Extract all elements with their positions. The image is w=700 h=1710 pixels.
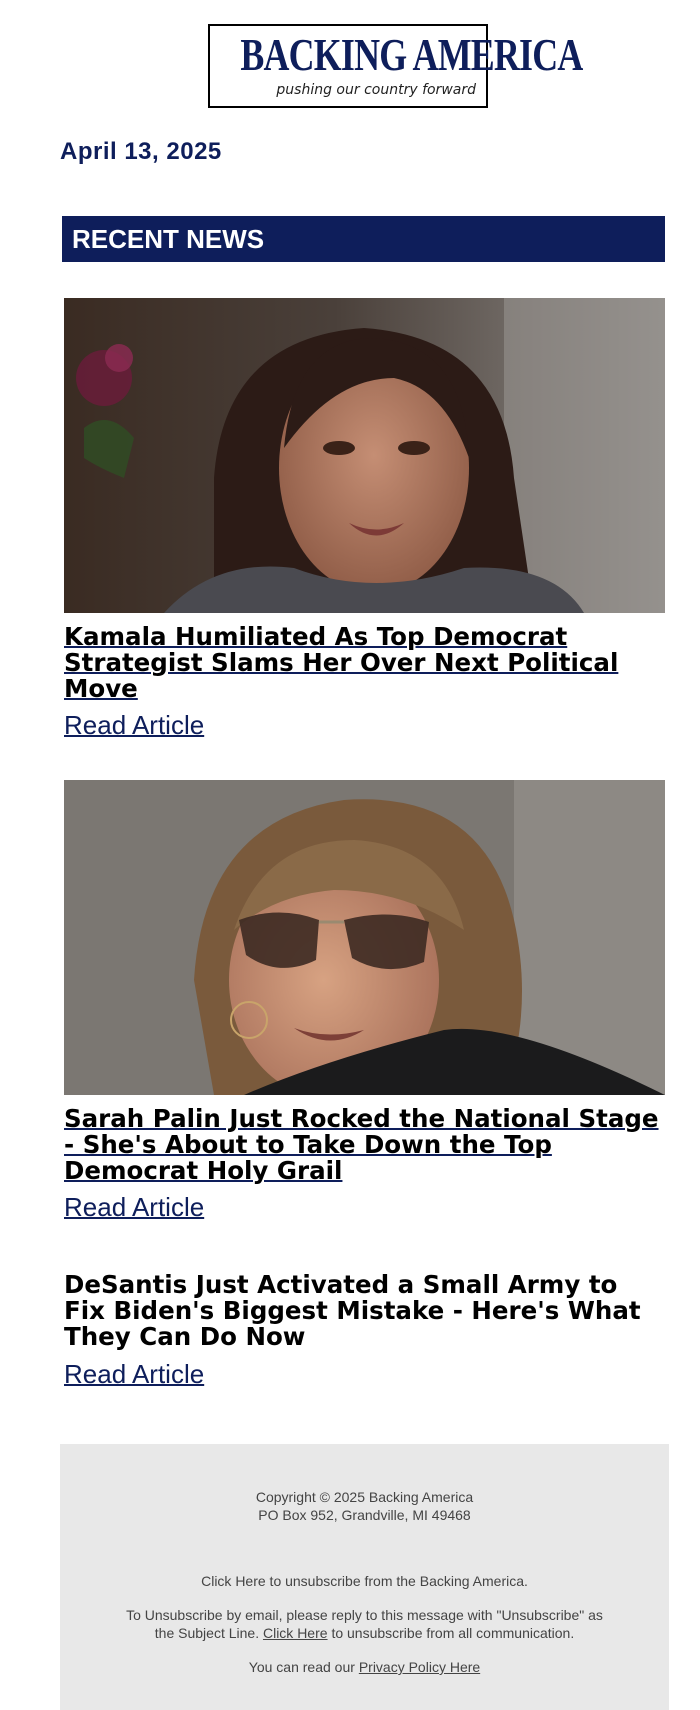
issue-date: April 13, 2025	[60, 138, 222, 165]
section-header: RECENT NEWS	[62, 216, 665, 262]
article-2-read-link[interactable]: Read Article	[64, 1192, 204, 1223]
article-1-read-link[interactable]: Read Article	[64, 710, 204, 741]
privacy-policy-link[interactable]: Privacy Policy Here	[359, 1659, 480, 1675]
email-unsubscribe-suffix: to unsubscribe from all communication.	[331, 1625, 575, 1641]
copyright-text: Copyright © 2025 Backing America	[255, 1489, 474, 1505]
logo-tagline: pushing our country forward	[276, 82, 476, 98]
article-1-headline[interactable]: Kamala Humiliated As Top Democrat Strate…	[64, 624, 664, 702]
article-2-image[interactable]	[64, 780, 665, 1095]
article-1-image[interactable]	[64, 298, 665, 613]
mailing-address: PO Box 952, Grandville, MI 49468	[258, 1507, 471, 1523]
article-3-read-link[interactable]: Read Article	[64, 1359, 204, 1390]
article-2-headline[interactable]: Sarah Palin Just Rocked the National Sta…	[64, 1106, 664, 1184]
unsubscribe-all-link[interactable]: Click Here	[263, 1625, 328, 1641]
brand-logo[interactable]: BACKING AMERICA pushing our country forw…	[208, 24, 583, 108]
privacy-line: You can read our Privacy Policy Here	[60, 1658, 669, 1676]
email-footer: Copyright © 2025 Backing America PO Box …	[60, 1444, 669, 1710]
unsubscribe-link[interactable]: Click Here to unsubscribe from the Backi…	[60, 1572, 669, 1590]
email-unsubscribe-text: To Unsubscribe by email, please reply to…	[60, 1606, 669, 1642]
privacy-prefix: You can read our	[248, 1659, 355, 1675]
article-3-headline[interactable]: DeSantis Just Activated a Small Army to …	[64, 1272, 664, 1350]
logo-title: BACKING AMERICA	[240, 29, 583, 80]
